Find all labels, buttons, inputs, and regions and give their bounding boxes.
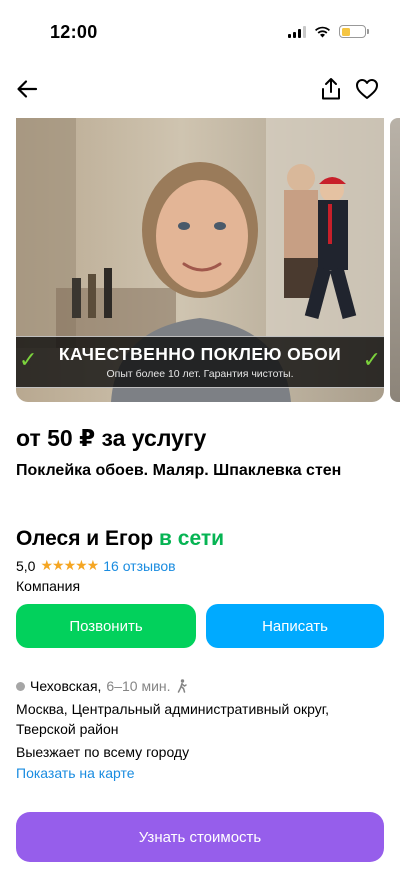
seller-name[interactable]: Олеся и Егор xyxy=(16,527,153,550)
battery-icon xyxy=(339,25,369,38)
seller-type: Компания xyxy=(16,578,81,594)
show-on-map-link[interactable]: Показать на карте xyxy=(16,765,135,781)
rating-value: 5,0 xyxy=(16,557,36,574)
metro-time: 6–10 мин. xyxy=(106,678,171,694)
share-button[interactable] xyxy=(314,72,348,106)
check-icon: ✓ xyxy=(362,347,381,372)
banner-title: КАЧЕСТВЕННО ПОКЛЕЮ ОБОИ xyxy=(58,344,342,364)
online-status: в сети xyxy=(159,527,225,550)
rating-row: 5,0 ★★★★★ 16 отзывов xyxy=(16,557,176,574)
status-icons xyxy=(288,25,369,38)
share-icon xyxy=(322,78,340,100)
seller-name-row[interactable]: Олеся и Егор в сети xyxy=(16,527,224,551)
check-icon: ✓ xyxy=(19,347,38,372)
next-photo-preview[interactable] xyxy=(390,118,400,402)
metro-dot-icon xyxy=(16,681,25,691)
favorite-button[interactable] xyxy=(350,72,384,106)
rating-stars: ★★★★★ xyxy=(40,557,99,573)
promo-banner: ✓ КАЧЕСТВЕННО ПОКЛЕЮ ОБОИ Опыт более 10 … xyxy=(16,336,384,388)
write-button[interactable]: Написать xyxy=(206,604,384,648)
travel-info: Выезжает по всему городу xyxy=(16,744,190,760)
banner-subtitle: Опыт более 10 лет. Гарантия чистоты. xyxy=(106,368,294,380)
call-button[interactable]: Позвонить xyxy=(16,604,196,648)
price: от 50 ₽ за услугу xyxy=(16,425,207,451)
back-button[interactable] xyxy=(10,72,44,106)
status-bar: 12:00 xyxy=(0,0,400,62)
get-price-button[interactable]: Узнать стоимость xyxy=(16,812,384,862)
wifi-icon xyxy=(315,26,330,37)
photo-gallery[interactable]: ✓ КАЧЕСТВЕННО ПОКЛЕЮ ОБОИ Опыт более 10 … xyxy=(16,118,384,402)
listing-title: Поклейка обоев. Маляр. Шпаклевка стен xyxy=(16,462,342,479)
walking-person-icon xyxy=(177,679,187,693)
status-time: 12:00 xyxy=(50,22,98,42)
back-arrow-icon xyxy=(17,80,38,98)
metro-station: Чеховская, xyxy=(30,678,102,694)
address: Москва, Центральный административный окр… xyxy=(16,701,330,737)
signal-icon xyxy=(288,25,306,38)
heart-icon xyxy=(356,79,378,99)
metro-info: Чеховская, 6–10 мин. xyxy=(16,678,188,694)
reviews-link[interactable]: 16 отзывов xyxy=(103,558,175,574)
top-nav xyxy=(0,72,400,106)
